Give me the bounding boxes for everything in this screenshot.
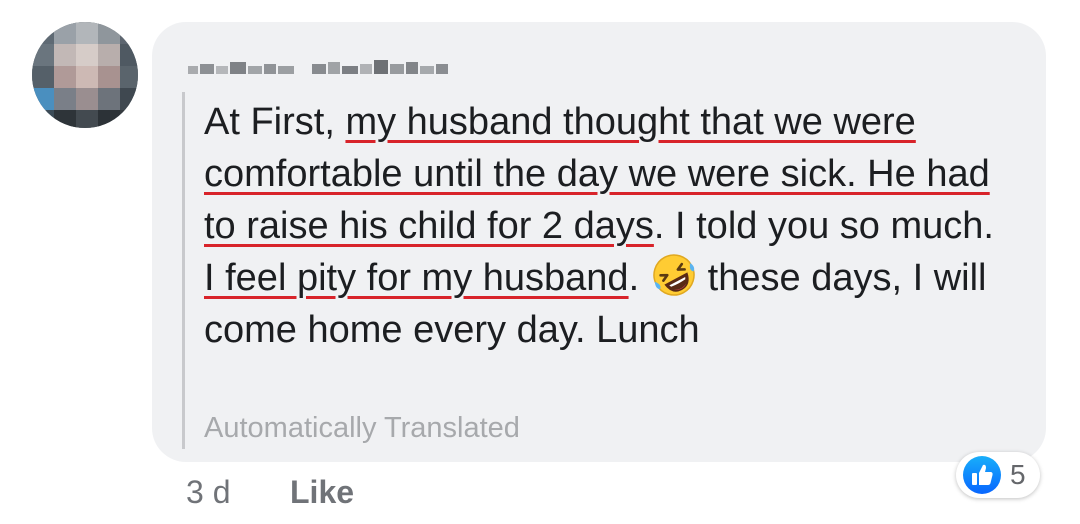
comment-text-segment: At First, [204, 101, 346, 143]
author-name-blurred[interactable] [188, 58, 450, 78]
rolling-on-floor-laughing-emoji [651, 252, 697, 298]
thumbs-up-icon [962, 455, 1002, 495]
reaction-summary[interactable]: 5 [956, 452, 1040, 498]
comment-timestamp[interactable]: 3 d [186, 474, 230, 511]
auto-translated-label[interactable]: Automatically Translated [204, 412, 520, 445]
comment-text-segment: . I told you so much. [653, 205, 994, 247]
like-button[interactable]: Like [290, 474, 354, 511]
avatar[interactable] [32, 22, 138, 128]
reaction-count: 5 [1010, 459, 1026, 490]
comment: At First, my husband thought that we wer… [0, 0, 1080, 524]
comment-text: At First, my husband thought that we wer… [204, 96, 1004, 356]
quote-bar [182, 92, 185, 449]
comment-text-segment: . [628, 257, 640, 299]
underlined-text-segment: I feel pity for my husband [204, 257, 629, 299]
